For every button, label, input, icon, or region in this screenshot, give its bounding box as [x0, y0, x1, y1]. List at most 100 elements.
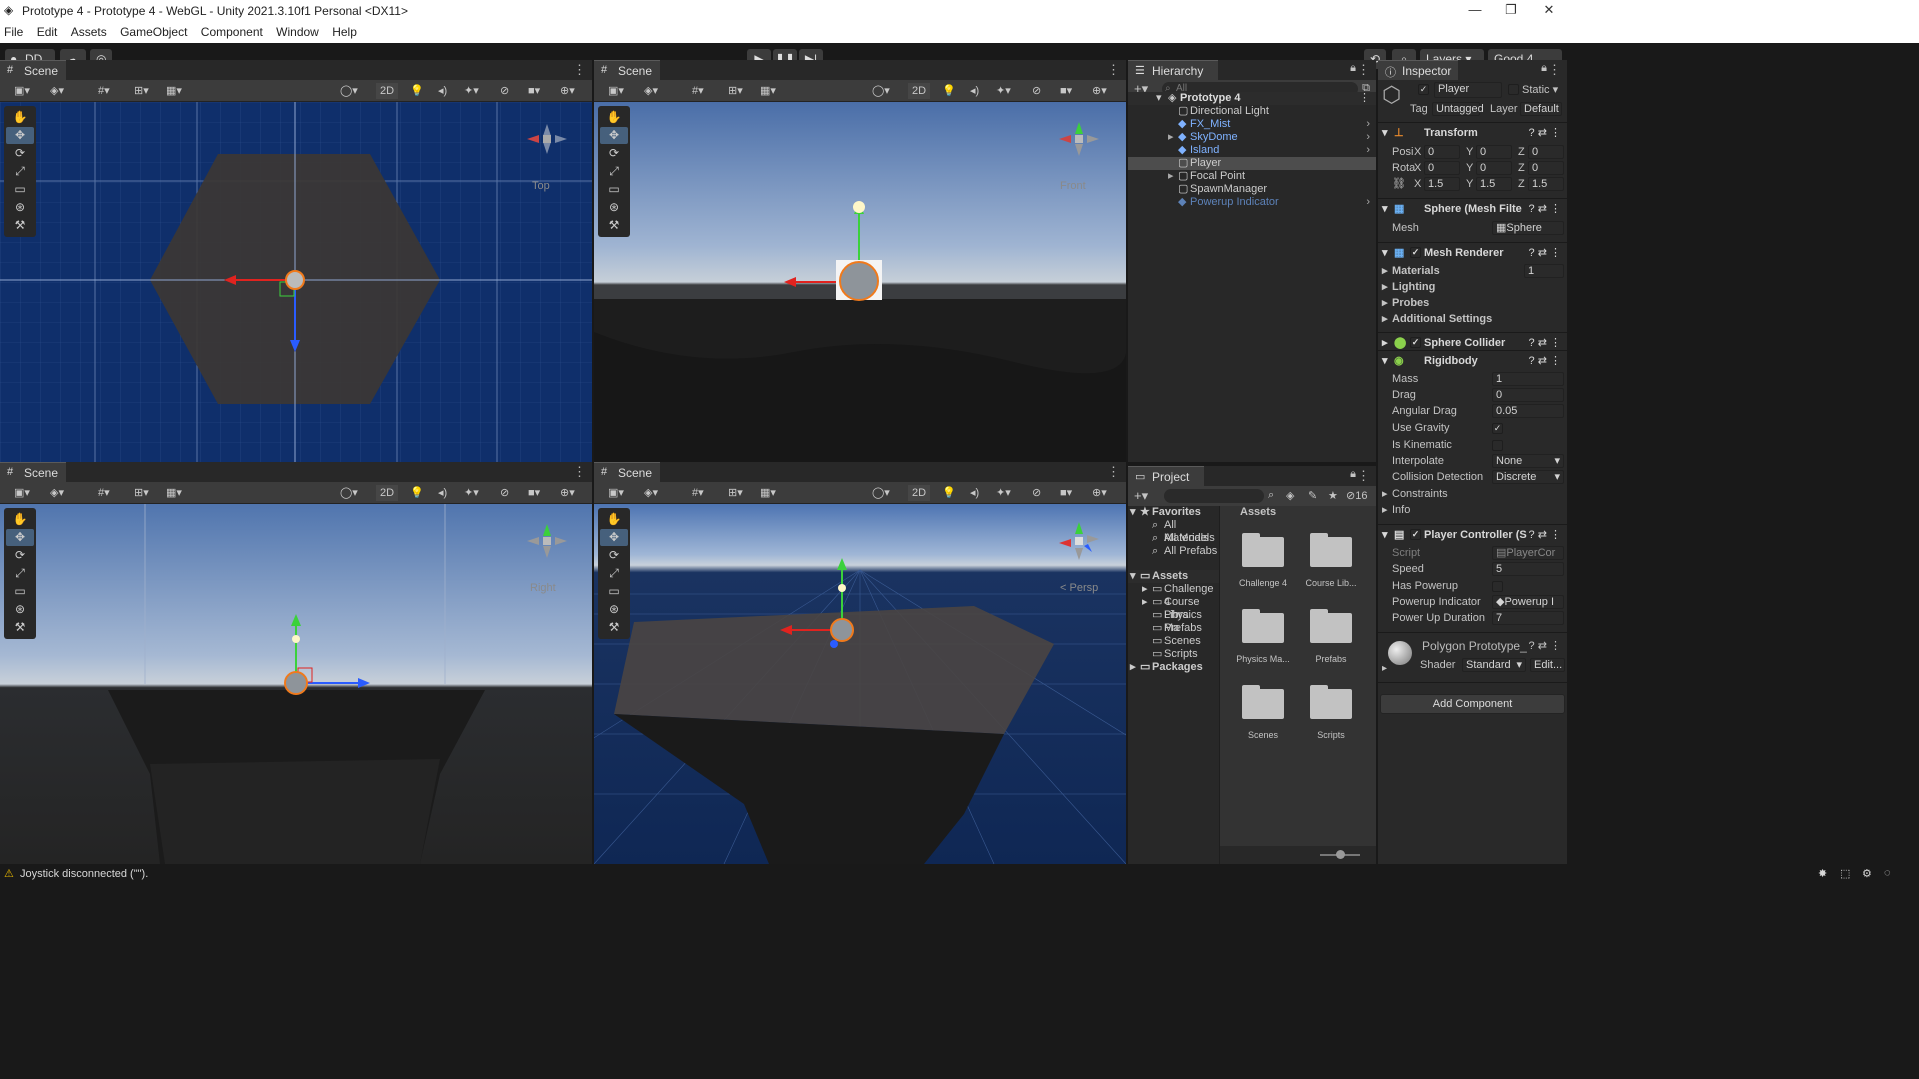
- tag-icon[interactable]: ✎: [1308, 489, 1317, 502]
- move-tool-icon[interactable]: ✥: [600, 529, 628, 546]
- panel-menu-icon[interactable]: ⋮: [573, 464, 586, 480]
- restore-icon[interactable]: ❐: [1496, 2, 1526, 18]
- tree-packages[interactable]: ▸ ▭ Packages: [1128, 661, 1219, 674]
- speed-field[interactable]: 5: [1492, 562, 1564, 576]
- hand-tool-icon[interactable]: ✋: [6, 511, 34, 528]
- transform-tool-icon[interactable]: ⊛: [600, 601, 628, 618]
- rect-tool-icon[interactable]: ▭: [6, 583, 34, 600]
- shading-icon[interactable]: ◈▾: [50, 83, 64, 99]
- interpolate-dropdown[interactable]: None ▾: [1492, 454, 1564, 468]
- tab-inspector[interactable]: ⓘ Inspector: [1378, 60, 1458, 80]
- scale-y-field[interactable]: 1.5: [1476, 177, 1512, 191]
- zoom-slider-handle[interactable]: [1336, 850, 1345, 859]
- powerup-indicator-field[interactable]: ◆Powerup I: [1492, 595, 1564, 609]
- lighting-icon[interactable]: 💡: [942, 485, 956, 501]
- menu-gameobject[interactable]: GameObject: [115, 21, 192, 39]
- close-icon[interactable]: ✕: [1534, 2, 1564, 18]
- hierarchy-item-fx-mist[interactable]: ◆ FX_Mist ›: [1128, 118, 1376, 131]
- angular-drag-field[interactable]: 0.05: [1492, 404, 1564, 418]
- render-mode-icon[interactable]: ◯▾: [340, 83, 358, 99]
- move-tool-icon[interactable]: ✥: [6, 529, 34, 546]
- hierarchy-item-directional-light[interactable]: ▢ Directional Light: [1128, 105, 1376, 118]
- view-label-right[interactable]: Right: [530, 582, 556, 594]
- visibility-icon[interactable]: ⊘: [1032, 485, 1041, 501]
- grid-icon[interactable]: ▦▾: [760, 485, 776, 501]
- hierarchy-item-island[interactable]: ◆ Island ›: [1128, 144, 1376, 157]
- camera-icon[interactable]: ■▾: [528, 485, 540, 501]
- tab-hierarchy[interactable]: ☰ Hierarchy: [1128, 60, 1218, 80]
- hand-tool-icon[interactable]: ✋: [6, 109, 34, 126]
- tree-folder-scenes[interactable]: ▭ Scenes: [1128, 635, 1219, 648]
- grid-snap-icon[interactable]: #▾: [98, 485, 110, 501]
- scale-tool-icon[interactable]: ⤢: [600, 565, 628, 582]
- status-message[interactable]: Joystick disconnected ("").: [20, 868, 148, 880]
- grid-icon[interactable]: ▦▾: [166, 485, 182, 501]
- minimize-icon[interactable]: —: [1460, 2, 1490, 17]
- increment-snap-icon[interactable]: ⊞▾: [134, 485, 149, 501]
- grid-icon[interactable]: ▦▾: [760, 83, 776, 99]
- tree-folder-course-library[interactable]: ▸ ▭ Course Libra: [1128, 596, 1219, 621]
- grid-snap-icon[interactable]: #▾: [98, 83, 110, 99]
- project-search-input[interactable]: [1164, 489, 1264, 503]
- tree-favorites[interactable]: ▾ ★ Favorites: [1128, 506, 1219, 519]
- render-mode-icon[interactable]: ◯▾: [872, 485, 890, 501]
- scene-view-top[interactable]: ✋ ✥ ⟳ ⤢ ▭ ⊛ ⚒ Top: [0, 102, 592, 462]
- custom-tool-icon[interactable]: ⚒: [6, 619, 34, 636]
- rotation-y-field[interactable]: 0: [1476, 161, 1512, 175]
- camera-icon[interactable]: ■▾: [528, 83, 540, 99]
- rotation-z-field[interactable]: 0: [1528, 161, 1564, 175]
- tree-folder-physics[interactable]: ▭ Physics Ma: [1128, 609, 1219, 634]
- is-kinematic-checkbox[interactable]: [1492, 440, 1503, 451]
- rect-tool-icon[interactable]: ▭: [600, 181, 628, 198]
- constraints-row[interactable]: ▸ Constraints: [1378, 486, 1567, 502]
- chevron-right-icon[interactable]: ›: [1366, 131, 1370, 144]
- lock-icon[interactable]: 🔒︎: [1350, 468, 1356, 481]
- package-icon[interactable]: ⬚: [1840, 867, 1850, 880]
- menu-edit[interactable]: Edit: [32, 21, 63, 39]
- toggle-2d-button[interactable]: 2D: [376, 485, 398, 501]
- tree-folder-prefabs[interactable]: ▭ Prefabs: [1128, 622, 1219, 635]
- progress-icon[interactable]: ◌: [1884, 867, 1891, 879]
- mass-field[interactable]: 1: [1492, 372, 1564, 386]
- active-checkbox[interactable]: ✓: [1418, 84, 1429, 95]
- hierarchy-item-powerup-indicator[interactable]: ◆ Powerup Indicator ›: [1128, 196, 1376, 209]
- render-mode-icon[interactable]: ◯▾: [340, 485, 358, 501]
- component-menu-icon[interactable]: ? ⇄ ⋮: [1529, 351, 1561, 371]
- favorite-icon[interactable]: ★: [1328, 489, 1338, 502]
- menu-component[interactable]: Component: [196, 21, 268, 39]
- custom-tool-icon[interactable]: ⚒: [6, 217, 34, 234]
- audio-icon[interactable]: ◂): [970, 83, 979, 99]
- component-menu-icon[interactable]: ? ⇄ ⋮: [1529, 199, 1561, 219]
- panel-menu-icon[interactable]: ⋮: [1548, 62, 1561, 78]
- hand-tool-icon[interactable]: ✋: [600, 109, 628, 126]
- rotate-tool-icon[interactable]: ⟳: [6, 145, 34, 162]
- view-label-persp[interactable]: < Persp: [1060, 582, 1098, 594]
- chevron-right-icon[interactable]: ›: [1366, 118, 1370, 131]
- hand-tool-icon[interactable]: ✋: [600, 511, 628, 528]
- player-controller-header[interactable]: ▾ ▤ ✓ Player Controller (S? ⇄ ⋮: [1378, 524, 1567, 544]
- hidden-count-icon[interactable]: ⊘16: [1346, 489, 1367, 502]
- lighting-icon[interactable]: 💡: [410, 83, 424, 99]
- object-name-field[interactable]: Player: [1434, 82, 1502, 98]
- scale-z-field[interactable]: 1.5: [1528, 177, 1564, 191]
- orientation-gizmo-icon[interactable]: [522, 114, 572, 164]
- component-menu-icon[interactable]: ? ⇄ ⋮: [1529, 243, 1561, 263]
- rotate-tool-icon[interactable]: ⟳: [600, 145, 628, 162]
- shader-edit-button[interactable]: Edit...: [1530, 658, 1565, 672]
- effects-icon[interactable]: ✦▾: [464, 485, 479, 501]
- panel-menu-icon[interactable]: ⋮: [1357, 62, 1370, 78]
- component-menu-icon[interactable]: ? ⇄ ⋮: [1529, 123, 1561, 143]
- hierarchy-item-focal-point[interactable]: ▸ ▢ Focal Point: [1128, 170, 1376, 183]
- orientation-gizmo-icon[interactable]: [1054, 114, 1104, 164]
- tab-scene[interactable]: # Scene: [594, 60, 661, 80]
- draw-mode-icon[interactable]: ▣▾: [608, 485, 624, 501]
- panel-menu-icon[interactable]: ⋮: [573, 62, 586, 78]
- auto-generate-lighting-icon[interactable]: ✸: [1818, 867, 1827, 880]
- gizmos-icon[interactable]: ⊕▾: [560, 485, 575, 501]
- draw-mode-icon[interactable]: ▣▾: [14, 83, 30, 99]
- rect-tool-icon[interactable]: ▭: [600, 583, 628, 600]
- transform-header[interactable]: ▾ ⊥ Transform ? ⇄ ⋮: [1378, 122, 1567, 142]
- gizmos-icon[interactable]: ⊕▾: [1092, 485, 1107, 501]
- grid-icon[interactable]: ▦▾: [166, 83, 182, 99]
- view-label-front[interactable]: Front: [1060, 180, 1086, 192]
